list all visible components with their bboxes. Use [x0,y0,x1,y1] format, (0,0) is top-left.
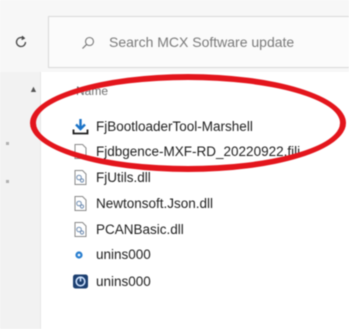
file-row[interactable]: FjBootloaderTool-Marshell [72,115,253,137]
file-name: PCANBasic.dll [96,221,184,237]
file-row[interactable]: FjUtils.dll [72,166,151,188]
file-name: Fjdbgence-MXF-RD_20220922.fjli [96,143,301,159]
file-name: FjBootloaderTool-Marshell [96,118,253,134]
explorer-toolbar [0,0,349,72]
file-row[interactable]: unins000 [72,270,151,292]
nav-expand-marker[interactable] [6,142,9,145]
dll-file-icon [72,195,89,212]
dll-file-icon [72,221,89,238]
file-row[interactable]: unins000 [72,243,151,265]
setup-dat-icon [72,246,89,263]
refresh-icon[interactable] [13,34,29,50]
file-row[interactable]: PCANBasic.dll [72,218,184,240]
search-input[interactable] [109,30,349,54]
search-box[interactable] [48,16,349,68]
column-header-name[interactable]: Name [76,84,108,98]
file-name: FjUtils.dll [96,169,151,185]
dll-file-icon [72,169,89,186]
file-row[interactable]: Fjdbgence-MXF-RD_20220922.fjli [72,140,300,162]
file-name: unins000 [96,246,151,262]
navigation-pane[interactable]: ▲ [0,72,41,329]
download-icon [72,118,89,135]
file-name: unins000 [96,273,151,289]
collapse-arrow-icon[interactable]: ▲ [29,84,38,94]
search-icon [81,36,95,50]
file-row[interactable]: Newtonsoft.Json.dll [72,192,213,214]
nav-expand-marker[interactable] [6,180,9,183]
document-icon [72,143,89,160]
uninstaller-icon [72,273,89,290]
file-name: Newtonsoft.Json.dll [96,195,214,211]
